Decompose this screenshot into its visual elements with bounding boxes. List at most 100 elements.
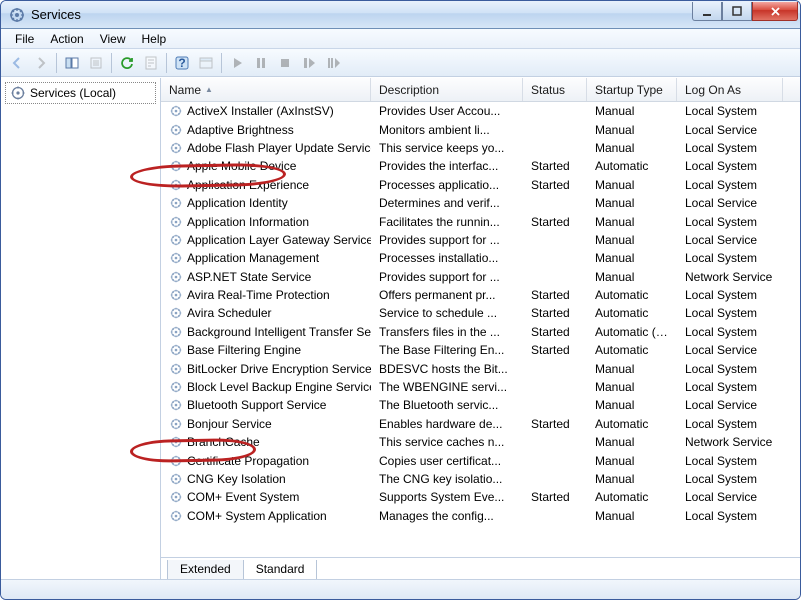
show-hide-action-button[interactable] xyxy=(194,51,218,75)
service-row[interactable]: Block Level Backup Engine ServiceThe WBE… xyxy=(161,378,800,396)
service-startup: Manual xyxy=(587,270,677,284)
resume-service-button[interactable] xyxy=(321,51,345,75)
menu-view[interactable]: View xyxy=(92,30,134,48)
service-row[interactable]: Background Intelligent Transfer ServiceT… xyxy=(161,323,800,341)
service-name: Application Experience xyxy=(187,178,309,192)
service-row[interactable]: ASP.NET State ServiceProvides support fo… xyxy=(161,268,800,286)
menu-action[interactable]: Action xyxy=(42,30,91,48)
service-gear-icon xyxy=(169,435,183,449)
service-row[interactable]: COM+ System ApplicationManages the confi… xyxy=(161,507,800,525)
service-row[interactable]: Adobe Flash Player Update ServiceThis se… xyxy=(161,139,800,157)
service-startup: Manual xyxy=(587,472,677,486)
service-description: Copies user certificat... xyxy=(371,454,523,468)
service-logon: Local System xyxy=(677,159,783,173)
service-description: Provides User Accou... xyxy=(371,104,523,118)
service-gear-icon xyxy=(169,454,183,468)
service-row[interactable]: Application ManagementProcesses installa… xyxy=(161,249,800,267)
service-status: Started xyxy=(523,417,587,431)
menu-file[interactable]: File xyxy=(7,30,42,48)
service-row[interactable]: Adaptive BrightnessMonitors ambient li..… xyxy=(161,120,800,138)
service-name: COM+ System Application xyxy=(187,509,327,523)
service-name: ActiveX Installer (AxInstSV) xyxy=(187,104,334,118)
service-startup: Manual xyxy=(587,104,677,118)
services-app-icon xyxy=(9,7,25,23)
service-row[interactable]: Certificate PropagationCopies user certi… xyxy=(161,451,800,469)
service-name: Application Layer Gateway Service xyxy=(187,233,371,247)
service-description: Enables hardware de... xyxy=(371,417,523,431)
service-description: Processes applicatio... xyxy=(371,178,523,192)
service-startup: Manual xyxy=(587,251,677,265)
menu-help[interactable]: Help xyxy=(134,30,175,48)
service-logon: Local System xyxy=(677,362,783,376)
service-startup: Automatic (D... xyxy=(587,325,677,339)
restart-service-button[interactable] xyxy=(297,51,321,75)
tab-extended[interactable]: Extended xyxy=(167,560,244,579)
tree-root-label: Services (Local) xyxy=(30,86,116,100)
forward-button[interactable] xyxy=(29,51,53,75)
service-logon: Local System xyxy=(677,472,783,486)
service-row[interactable]: Avira Real-Time ProtectionOffers permane… xyxy=(161,286,800,304)
back-button[interactable] xyxy=(5,51,29,75)
minimize-button[interactable] xyxy=(692,2,722,21)
service-row[interactable]: CNG Key IsolationThe CNG key isolatio...… xyxy=(161,470,800,488)
service-description: BDESVC hosts the Bit... xyxy=(371,362,523,376)
service-status: Started xyxy=(523,288,587,302)
service-gear-icon xyxy=(169,325,183,339)
pause-service-button[interactable] xyxy=(249,51,273,75)
service-row[interactable]: Bluetooth Support ServiceThe Bluetooth s… xyxy=(161,396,800,414)
service-row[interactable]: Application InformationFacilitates the r… xyxy=(161,212,800,230)
service-logon: Local Service xyxy=(677,398,783,412)
col-name[interactable]: Name▲ xyxy=(161,78,371,101)
start-service-button[interactable] xyxy=(225,51,249,75)
maximize-button[interactable] xyxy=(722,2,752,21)
service-name: Apple Mobile Device xyxy=(187,159,296,173)
window-title: Services xyxy=(31,7,692,22)
service-row[interactable]: Avira SchedulerService to schedule ...St… xyxy=(161,304,800,322)
stop-service-button[interactable] xyxy=(273,51,297,75)
service-row[interactable]: BitLocker Drive Encryption ServiceBDESVC… xyxy=(161,359,800,377)
close-button[interactable] xyxy=(752,2,798,21)
tab-standard[interactable]: Standard xyxy=(243,560,318,579)
sort-indicator-icon: ▲ xyxy=(205,85,213,94)
service-description: Processes installatio... xyxy=(371,251,523,265)
service-row[interactable]: Application IdentityDetermines and verif… xyxy=(161,194,800,212)
service-status: Started xyxy=(523,159,587,173)
col-startup[interactable]: Startup Type xyxy=(587,78,677,101)
titlebar[interactable]: Services xyxy=(1,1,800,29)
service-logon: Local System xyxy=(677,306,783,320)
service-row[interactable]: BranchCacheThis service caches n...Manua… xyxy=(161,433,800,451)
service-gear-icon xyxy=(169,141,183,155)
svg-text:?: ? xyxy=(178,56,185,70)
service-name: BranchCache xyxy=(187,435,260,449)
help-button[interactable]: ? xyxy=(170,51,194,75)
service-row[interactable]: Apple Mobile DeviceProvides the interfac… xyxy=(161,157,800,175)
service-row[interactable]: Bonjour ServiceEnables hardware de...Sta… xyxy=(161,415,800,433)
service-description: The CNG key isolatio... xyxy=(371,472,523,486)
service-startup: Automatic xyxy=(587,288,677,302)
service-row[interactable]: Application Experience Processes applicat… xyxy=(161,176,800,194)
services-window: Services File Action View Help ? xyxy=(0,0,801,600)
service-name: Adaptive Brightness xyxy=(187,123,294,137)
service-description: This service caches n... xyxy=(371,435,523,449)
col-status[interactable]: Status xyxy=(523,78,587,101)
service-row[interactable]: Base Filtering EngineThe Base Filtering … xyxy=(161,341,800,359)
col-logon[interactable]: Log On As xyxy=(677,78,783,101)
service-startup: Manual xyxy=(587,196,677,210)
col-description[interactable]: Description xyxy=(371,78,523,101)
service-description: Supports System Eve... xyxy=(371,490,523,504)
export-list-button[interactable] xyxy=(84,51,108,75)
service-row[interactable]: ActiveX Installer (AxInstSV) Provides Use… xyxy=(161,102,800,120)
refresh-button[interactable] xyxy=(115,51,139,75)
service-row[interactable]: COM+ Event SystemSupports System Eve...S… xyxy=(161,488,800,506)
service-row[interactable]: Application Layer Gateway ServiceProvide… xyxy=(161,231,800,249)
properties-button[interactable] xyxy=(139,51,163,75)
toolbar: ? xyxy=(1,49,800,77)
list-body[interactable]: ActiveX Installer (AxInstSV) Provides Use… xyxy=(161,102,800,557)
service-startup: Automatic xyxy=(587,343,677,357)
service-gear-icon xyxy=(169,362,183,376)
show-hide-tree-button[interactable] xyxy=(60,51,84,75)
service-startup: Automatic xyxy=(587,417,677,431)
service-name: Base Filtering Engine xyxy=(187,343,301,357)
service-startup: Manual xyxy=(587,454,677,468)
tree-root-item[interactable]: Services (Local) xyxy=(5,82,156,104)
